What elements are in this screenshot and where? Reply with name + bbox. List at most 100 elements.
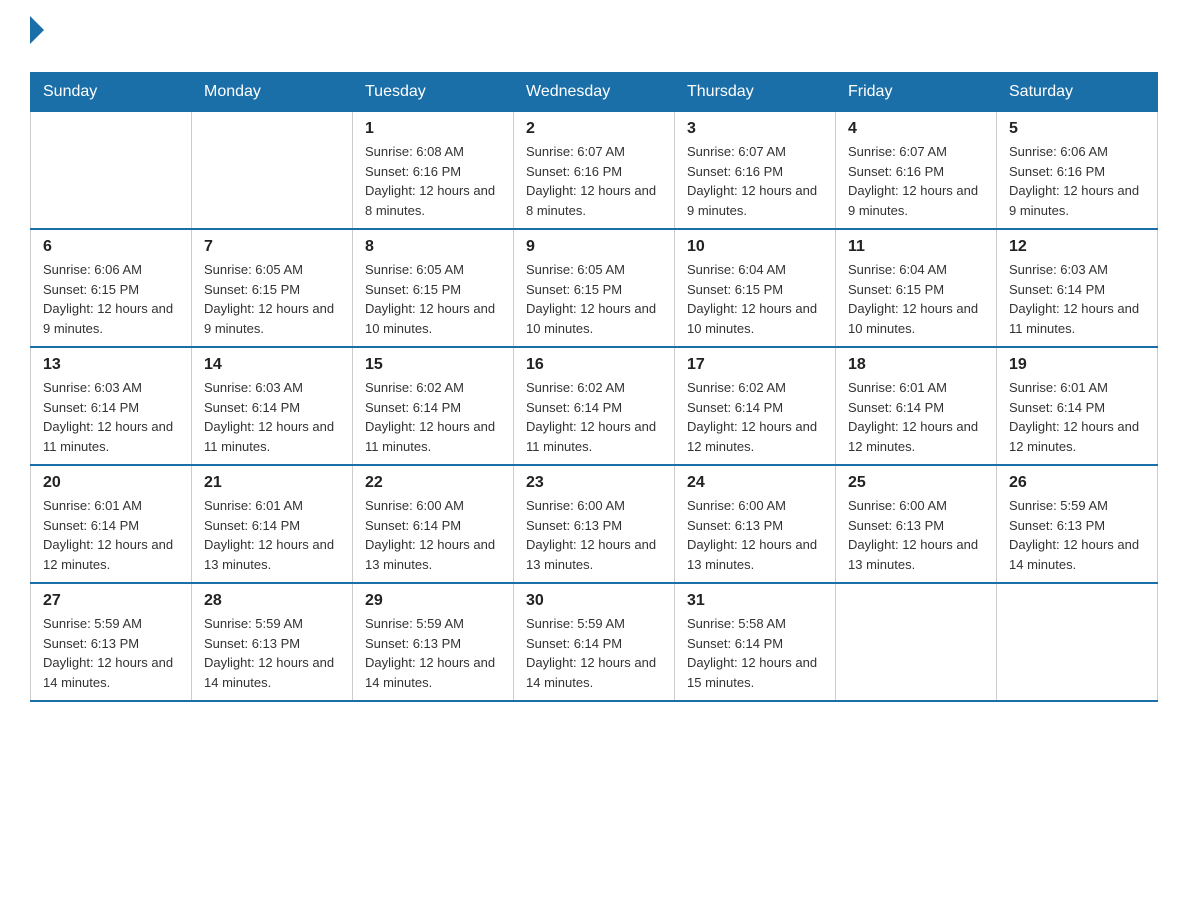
calendar-cell: 1 Sunrise: 6:08 AM Sunset: 6:16 PM Daylig…	[353, 112, 514, 230]
calendar-week-row: 20 Sunrise: 6:01 AM Sunset: 6:14 PM Dayli…	[31, 465, 1158, 583]
calendar-cell: 28 Sunrise: 5:59 AM Sunset: 6:13 PM Dayli…	[192, 583, 353, 701]
calendar-cell: 14 Sunrise: 6:03 AM Sunset: 6:14 PM Dayli…	[192, 347, 353, 465]
day-number: 10	[687, 238, 823, 256]
calendar-cell: 16 Sunrise: 6:02 AM Sunset: 6:14 PM Dayli…	[514, 347, 675, 465]
day-info: Sunrise: 6:02 AM Sunset: 6:14 PM Dayligh…	[687, 378, 823, 456]
logo-arrow-icon	[30, 16, 44, 44]
calendar-cell: 27 Sunrise: 5:59 AM Sunset: 6:13 PM Dayli…	[31, 583, 192, 701]
day-info: Sunrise: 6:07 AM Sunset: 6:16 PM Dayligh…	[526, 142, 662, 220]
page-header	[30, 20, 1158, 52]
day-info: Sunrise: 6:01 AM Sunset: 6:14 PM Dayligh…	[848, 378, 984, 456]
day-info: Sunrise: 6:01 AM Sunset: 6:14 PM Dayligh…	[1009, 378, 1145, 456]
day-number: 16	[526, 356, 662, 374]
calendar-cell: 29 Sunrise: 5:59 AM Sunset: 6:13 PM Dayli…	[353, 583, 514, 701]
calendar-cell: 24 Sunrise: 6:00 AM Sunset: 6:13 PM Dayli…	[675, 465, 836, 583]
calendar-week-row: 1 Sunrise: 6:08 AM Sunset: 6:16 PM Daylig…	[31, 112, 1158, 230]
day-number: 19	[1009, 356, 1145, 374]
day-number: 8	[365, 238, 501, 256]
day-number: 15	[365, 356, 501, 374]
calendar-cell: 25 Sunrise: 6:00 AM Sunset: 6:13 PM Dayli…	[836, 465, 997, 583]
calendar-cell	[192, 112, 353, 230]
day-number: 11	[848, 238, 984, 256]
calendar-cell: 9Sunrise: 6:05 AM Sunset: 6:15 PM Daylig…	[514, 229, 675, 347]
day-info: Sunrise: 6:04 AM Sunset: 6:15 PM Dayligh…	[687, 260, 823, 338]
calendar-cell: 31 Sunrise: 5:58 AM Sunset: 6:14 PM Dayli…	[675, 583, 836, 701]
day-info: Sunrise: 6:06 AM Sunset: 6:16 PM Dayligh…	[1009, 142, 1145, 220]
day-info: Sunrise: 6:03 AM Sunset: 6:14 PM Dayligh…	[204, 378, 340, 456]
day-number: 4	[848, 120, 984, 138]
calendar-cell: 19 Sunrise: 6:01 AM Sunset: 6:14 PM Dayli…	[997, 347, 1158, 465]
calendar-cell	[997, 583, 1158, 701]
calendar-cell: 10 Sunrise: 6:04 AM Sunset: 6:15 PM Dayli…	[675, 229, 836, 347]
calendar-cell: 4 Sunrise: 6:07 AM Sunset: 6:16 PM Daylig…	[836, 112, 997, 230]
calendar-cell: 13 Sunrise: 6:03 AM Sunset: 6:14 PM Dayli…	[31, 347, 192, 465]
day-number: 24	[687, 474, 823, 492]
calendar-week-row: 27 Sunrise: 5:59 AM Sunset: 6:13 PM Dayli…	[31, 583, 1158, 701]
day-number: 26	[1009, 474, 1145, 492]
day-info: Sunrise: 5:59 AM Sunset: 6:13 PM Dayligh…	[1009, 496, 1145, 574]
calendar-cell: 8Sunrise: 6:05 AM Sunset: 6:15 PM Daylig…	[353, 229, 514, 347]
day-number: 31	[687, 592, 823, 610]
calendar-header-row: SundayMondayTuesdayWednesdayThursdayFrid…	[31, 73, 1158, 112]
header-day-friday: Friday	[836, 73, 997, 112]
day-info: Sunrise: 6:00 AM Sunset: 6:13 PM Dayligh…	[687, 496, 823, 574]
header-day-sunday: Sunday	[31, 73, 192, 112]
day-info: Sunrise: 6:04 AM Sunset: 6:15 PM Dayligh…	[848, 260, 984, 338]
header-day-wednesday: Wednesday	[514, 73, 675, 112]
calendar-cell: 15 Sunrise: 6:02 AM Sunset: 6:14 PM Dayli…	[353, 347, 514, 465]
day-info: Sunrise: 5:59 AM Sunset: 6:13 PM Dayligh…	[365, 614, 501, 692]
calendar-cell: 17 Sunrise: 6:02 AM Sunset: 6:14 PM Dayli…	[675, 347, 836, 465]
day-number: 12	[1009, 238, 1145, 256]
calendar-table: SundayMondayTuesdayWednesdayThursdayFrid…	[30, 72, 1158, 702]
day-info: Sunrise: 6:08 AM Sunset: 6:16 PM Dayligh…	[365, 142, 501, 220]
day-number: 5	[1009, 120, 1145, 138]
day-number: 30	[526, 592, 662, 610]
day-number: 1	[365, 120, 501, 138]
day-number: 25	[848, 474, 984, 492]
day-info: Sunrise: 5:59 AM Sunset: 6:14 PM Dayligh…	[526, 614, 662, 692]
day-number: 3	[687, 120, 823, 138]
day-number: 28	[204, 592, 340, 610]
calendar-cell: 5 Sunrise: 6:06 AM Sunset: 6:16 PM Daylig…	[997, 112, 1158, 230]
day-number: 14	[204, 356, 340, 374]
day-info: Sunrise: 5:59 AM Sunset: 6:13 PM Dayligh…	[204, 614, 340, 692]
calendar-cell: 7Sunrise: 6:05 AM Sunset: 6:15 PM Daylig…	[192, 229, 353, 347]
calendar-cell: 12Sunrise: 6:03 AM Sunset: 6:14 PM Dayli…	[997, 229, 1158, 347]
day-info: Sunrise: 5:59 AM Sunset: 6:13 PM Dayligh…	[43, 614, 179, 692]
day-number: 29	[365, 592, 501, 610]
calendar-cell: 23Sunrise: 6:00 AM Sunset: 6:13 PM Dayli…	[514, 465, 675, 583]
day-info: Sunrise: 5:58 AM Sunset: 6:14 PM Dayligh…	[687, 614, 823, 692]
day-number: 6	[43, 238, 179, 256]
day-info: Sunrise: 6:07 AM Sunset: 6:16 PM Dayligh…	[848, 142, 984, 220]
calendar-cell: 20 Sunrise: 6:01 AM Sunset: 6:14 PM Dayli…	[31, 465, 192, 583]
header-day-monday: Monday	[192, 73, 353, 112]
header-day-thursday: Thursday	[675, 73, 836, 112]
calendar-cell: 18Sunrise: 6:01 AM Sunset: 6:14 PM Dayli…	[836, 347, 997, 465]
day-info: Sunrise: 6:01 AM Sunset: 6:14 PM Dayligh…	[43, 496, 179, 574]
day-info: Sunrise: 6:02 AM Sunset: 6:14 PM Dayligh…	[365, 378, 501, 456]
day-info: Sunrise: 6:06 AM Sunset: 6:15 PM Dayligh…	[43, 260, 179, 338]
day-info: Sunrise: 6:01 AM Sunset: 6:14 PM Dayligh…	[204, 496, 340, 574]
day-info: Sunrise: 6:02 AM Sunset: 6:14 PM Dayligh…	[526, 378, 662, 456]
calendar-cell: 6 Sunrise: 6:06 AM Sunset: 6:15 PM Daylig…	[31, 229, 192, 347]
calendar-cell	[31, 112, 192, 230]
logo	[30, 20, 44, 52]
day-info: Sunrise: 6:07 AM Sunset: 6:16 PM Dayligh…	[687, 142, 823, 220]
day-info: Sunrise: 6:03 AM Sunset: 6:14 PM Dayligh…	[43, 378, 179, 456]
calendar-cell: 21 Sunrise: 6:01 AM Sunset: 6:14 PM Dayli…	[192, 465, 353, 583]
day-number: 27	[43, 592, 179, 610]
day-info: Sunrise: 6:00 AM Sunset: 6:14 PM Dayligh…	[365, 496, 501, 574]
day-number: 2	[526, 120, 662, 138]
day-info: Sunrise: 6:05 AM Sunset: 6:15 PM Dayligh…	[526, 260, 662, 338]
day-number: 17	[687, 356, 823, 374]
day-number: 22	[365, 474, 501, 492]
day-number: 13	[43, 356, 179, 374]
header-day-tuesday: Tuesday	[353, 73, 514, 112]
day-number: 7	[204, 238, 340, 256]
day-number: 20	[43, 474, 179, 492]
day-info: Sunrise: 6:00 AM Sunset: 6:13 PM Dayligh…	[526, 496, 662, 574]
day-info: Sunrise: 6:00 AM Sunset: 6:13 PM Dayligh…	[848, 496, 984, 574]
calendar-week-row: 6 Sunrise: 6:06 AM Sunset: 6:15 PM Daylig…	[31, 229, 1158, 347]
calendar-cell: 26 Sunrise: 5:59 AM Sunset: 6:13 PM Dayli…	[997, 465, 1158, 583]
day-number: 21	[204, 474, 340, 492]
